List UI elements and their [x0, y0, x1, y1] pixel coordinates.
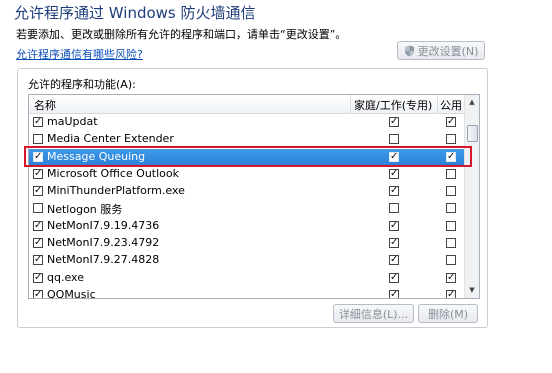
details-button[interactable]: 详细信息(L)...	[333, 304, 414, 323]
scroll-down-arrow-icon[interactable]: ▼	[466, 284, 478, 297]
allowed-programs-label: 允许的程序和功能(A):	[28, 78, 136, 91]
shield-icon	[404, 45, 415, 57]
public-checkbox[interactable]	[446, 134, 456, 145]
programs-list[interactable]: 名称 家庭/工作(专用) 公用 ✓ maUpdat ✓ ✓ Media Center E…	[28, 94, 480, 299]
program-row[interactable]: ✓ qq.exe ✓ ✓	[29, 270, 466, 287]
program-row[interactable]: Media Center Extender	[29, 131, 466, 148]
program-name: Microsoft Office Outlook	[47, 166, 179, 180]
home-work-checkbox[interactable]: ✓	[389, 255, 399, 266]
home-work-checkbox[interactable]	[389, 203, 399, 214]
public-checkbox[interactable]: ✓	[446, 272, 456, 283]
page-title: 允许程序通过 Windows 防火墙通信	[14, 4, 256, 22]
program-name: MiniThunderPlatform.exe	[47, 184, 185, 198]
home-work-checkbox[interactable]: ✓	[389, 289, 399, 298]
column-divider	[350, 95, 351, 113]
home-work-checkbox[interactable]	[389, 134, 399, 145]
program-row[interactable]: ✓ NetMonI7.9.23.4792 ✓	[29, 235, 466, 252]
home-work-checkbox[interactable]: ✓	[389, 117, 399, 127]
delete-button[interactable]: 删除(M)	[418, 304, 478, 323]
public-checkbox[interactable]	[446, 203, 456, 214]
program-enabled-checkbox[interactable]: ✓	[33, 255, 43, 266]
program-name: Message Queuing	[47, 149, 146, 163]
public-checkbox[interactable]	[446, 168, 456, 179]
column-header-public[interactable]: 公用	[440, 97, 462, 113]
program-row[interactable]: ✓ maUpdat ✓ ✓	[29, 114, 466, 131]
program-name: maUpdat	[47, 115, 98, 128]
program-row[interactable]: ✓ MiniThunderPlatform.exe ✓	[29, 183, 466, 200]
scroll-up-arrow-icon[interactable]: ▲	[466, 96, 478, 109]
program-enabled-checkbox[interactable]: ✓	[33, 151, 43, 162]
list-header: 名称 家庭/工作(专用) 公用	[29, 95, 466, 114]
program-name: qq.exe	[47, 270, 84, 284]
change-settings-button[interactable]: 更改设置(N)	[397, 41, 485, 60]
description-text: 若要添加、更改或删除所有允许的程序和端口，请单击“更改设置”。	[16, 28, 347, 41]
risk-info-link[interactable]: 允许程序通信有哪些风险?	[16, 46, 143, 62]
program-name: NetMonI7.9.19.4736	[47, 218, 160, 232]
home-work-checkbox[interactable]: ✓	[389, 220, 399, 231]
program-enabled-checkbox[interactable]: ✓	[33, 168, 43, 179]
change-settings-label: 更改设置(N)	[417, 44, 479, 58]
home-work-checkbox[interactable]: ✓	[389, 168, 399, 179]
program-row[interactable]: ✓ QQMusic ✓ ✓	[29, 287, 466, 299]
public-checkbox[interactable]	[446, 255, 456, 266]
public-checkbox[interactable]	[446, 186, 456, 197]
program-enabled-checkbox[interactable]	[33, 203, 43, 214]
public-checkbox[interactable]: ✓	[446, 117, 456, 127]
public-checkbox[interactable]	[446, 220, 456, 231]
program-enabled-checkbox[interactable]: ✓	[33, 238, 43, 249]
program-enabled-checkbox[interactable]: ✓	[33, 220, 43, 231]
column-divider	[437, 95, 438, 113]
program-row[interactable]: Netlogon 服务	[29, 200, 466, 217]
program-enabled-checkbox[interactable]	[33, 134, 43, 145]
vertical-scrollbar[interactable]: ▲ ▼	[464, 95, 479, 298]
program-enabled-checkbox[interactable]: ✓	[33, 117, 43, 127]
home-work-checkbox[interactable]: ✓	[389, 186, 399, 197]
home-work-checkbox[interactable]: ✓	[389, 238, 399, 249]
column-header-home[interactable]: 家庭/工作(专用)	[354, 97, 432, 113]
program-row[interactable]: ✓ Message Queuing ✓ ✓	[29, 148, 466, 166]
public-checkbox[interactable]	[446, 238, 456, 249]
home-work-checkbox[interactable]: ✓	[389, 151, 399, 162]
program-enabled-checkbox[interactable]: ✓	[33, 272, 43, 283]
program-row[interactable]: ✓ Microsoft Office Outlook ✓	[29, 166, 466, 183]
program-name: Media Center Extender	[47, 132, 174, 146]
program-enabled-checkbox[interactable]: ✓	[33, 186, 43, 197]
program-rows: ✓ maUpdat ✓ ✓ Media Center Extender ✓ Message …	[29, 114, 466, 299]
public-checkbox[interactable]: ✓	[446, 289, 456, 298]
program-name: NetMonI7.9.27.4828	[47, 253, 160, 267]
public-checkbox[interactable]: ✓	[446, 151, 456, 162]
home-work-checkbox[interactable]: ✓	[389, 272, 399, 283]
column-header-name[interactable]: 名称	[34, 97, 56, 113]
program-name: QQMusic	[47, 287, 96, 299]
program-row[interactable]: ✓ NetMonI7.9.19.4736 ✓	[29, 218, 466, 235]
program-enabled-checkbox[interactable]: ✓	[33, 289, 43, 298]
scrollbar-thumb[interactable]	[467, 125, 478, 142]
program-name: NetMonI7.9.23.4792	[47, 236, 160, 250]
program-row[interactable]: ✓ NetMonI7.9.27.4828 ✓	[29, 252, 466, 269]
program-name: Netlogon 服务	[47, 203, 123, 217]
